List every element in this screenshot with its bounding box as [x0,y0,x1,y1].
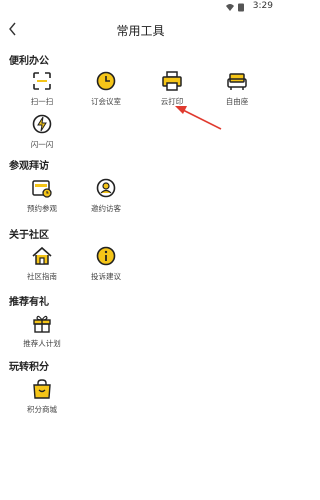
tool-invite-visitor[interactable]: 邀约访客 [76,177,136,217]
calendar-card-icon [32,180,52,198]
tool-points-mall[interactable]: 积分商城 [12,378,72,418]
shopping-bag-icon [33,379,51,399]
tool-label: 订会议室 [91,97,121,106]
clock-time: 3:29 [252,1,273,11]
flash-icon [32,114,52,134]
visitor-icon [96,178,116,198]
section-title-referral: 推荐有礼 [9,297,49,308]
tool-book-visit[interactable]: 预约参观 [12,177,72,217]
info-icon [96,246,116,266]
tool-label: 闪一闪 [30,140,54,149]
tool-label: 云打印 [160,97,184,106]
tool-label: 邀约访客 [91,204,121,213]
section-title-points: 玩转积分 [9,362,49,373]
tool-referral-plan[interactable]: 推荐人计划 [12,312,72,352]
tool-label: 积分商城 [27,405,57,414]
home-icon [32,246,52,265]
nav-bar: 常用工具 [0,14,281,44]
tool-label: 投诉建议 [91,272,121,281]
tool-complaint-suggestion[interactable]: 投诉建议 [76,245,136,285]
tool-free-seat[interactable]: 自由座 [207,70,267,110]
status-bar: 3:29 [0,0,281,14]
tool-scan[interactable]: 扫一扫 [12,70,72,110]
tool-label: 社区指南 [27,272,57,281]
tool-cloud-print[interactable]: 云打印 [142,70,202,110]
tool-label: 自由座 [225,97,249,106]
tool-flash[interactable]: 闪一闪 [12,113,72,153]
clock-icon [96,71,116,91]
sofa-icon [227,73,247,90]
page-title: 常用工具 [116,24,165,38]
gift-icon [33,315,51,333]
tool-book-meeting-room[interactable]: 订会议室 [76,70,136,110]
tool-label: 推荐人计划 [23,339,61,348]
section-title-visit: 参观拜访 [9,161,49,172]
section-title-about-community: 关于社区 [9,230,49,241]
scan-icon [33,72,51,90]
wifi-battery-icon [226,3,244,12]
tool-label: 扫一扫 [30,97,54,106]
printer-icon [162,71,182,91]
tool-label: 预约参观 [27,204,57,213]
section-title-convenient-office: 便利办公 [9,56,49,67]
tool-community-guide[interactable]: 社区指南 [12,245,72,285]
